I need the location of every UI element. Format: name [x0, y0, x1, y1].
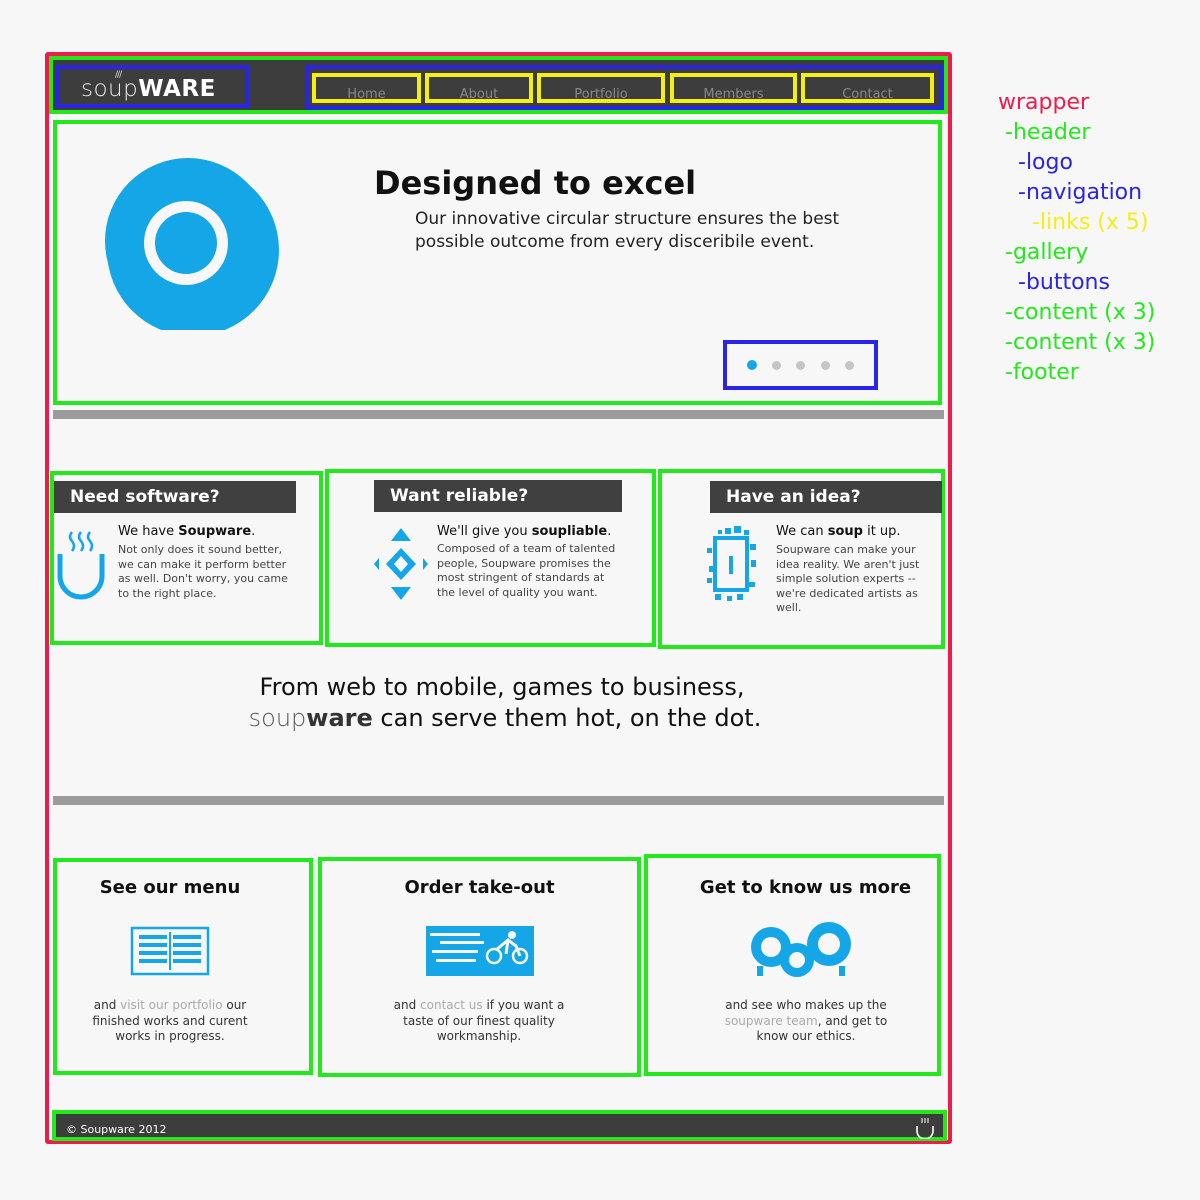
footer — [52, 1110, 947, 1141]
legend-content-1: -content (x 3) — [1005, 300, 1156, 325]
box-body-pre: and see who makes up the — [725, 998, 887, 1012]
feature-body: Not only does it sound better, we can ma… — [118, 543, 288, 600]
box-body: and visit our portfolio our finished wor… — [88, 998, 252, 1045]
tagline-line-2: soupware can serve them hot, on the dot. — [0, 704, 1010, 732]
tagline-rest: can serve them hot, on the dot. — [372, 704, 762, 732]
portfolio-link[interactable]: visit our portfolio — [120, 998, 222, 1012]
legend-header: -header — [1005, 120, 1091, 145]
gallery-text: Our innovative circular structure ensure… — [415, 209, 840, 252]
feature-tab: Want reliable? — [374, 480, 622, 512]
nav-link-portfolio[interactable]: Portfolio — [537, 73, 665, 103]
feature-lead-suffix: . — [607, 524, 612, 539]
slide-dot[interactable] — [747, 360, 757, 370]
box-title: See our menu — [99, 877, 241, 898]
copyright-text: © Soupware 2012 — [66, 1123, 167, 1136]
logo-part-ware: WARE — [138, 76, 216, 102]
box-title: Order take-out — [404, 877, 555, 898]
diamond-arrows-icon — [374, 528, 428, 600]
legend-gallery: -gallery — [1005, 240, 1089, 265]
feature-lead-prefix: We have — [118, 524, 179, 539]
menu-book-icon — [130, 926, 210, 976]
feature-lead-bold: soupliable — [531, 524, 608, 539]
soup-bowl-icon — [57, 531, 105, 600]
logo-part-soup: soup — [81, 76, 139, 102]
nav-link-contact[interactable]: Contact — [801, 73, 934, 103]
box-body: and see who makes up the soupware team, … — [722, 998, 890, 1045]
feature-lead-prefix: We can — [776, 524, 828, 539]
feature-lead-bold: Soupware — [178, 524, 252, 539]
legend-footer: -footer — [1005, 360, 1079, 385]
feature-lead-prefix: We'll give you — [437, 524, 532, 539]
legend-logo: -logo — [1018, 150, 1073, 175]
gallery-title: Designed to excel — [374, 164, 697, 202]
box-body-pre: and — [93, 998, 121, 1012]
tagline-line-1: From web to mobile, games to business, — [259, 673, 745, 701]
target-circle-icon — [105, 158, 279, 330]
tagline-ware: ware — [306, 704, 373, 732]
slide-dot[interactable] — [771, 361, 781, 370]
feature-lead-suffix: . — [251, 524, 256, 539]
legend-navigation: -navigation — [1018, 180, 1143, 205]
logo[interactable]: soupWARE — [81, 76, 216, 102]
delivery-bike-icon — [426, 926, 534, 976]
box-title: Get to know us more — [699, 877, 912, 898]
tagline-soup: soup — [248, 704, 307, 732]
feature-body: Composed of a team of talented people, S… — [437, 542, 616, 599]
legend-buttons: -buttons — [1018, 270, 1110, 295]
legend-content-2: -content (x 3) — [1005, 330, 1156, 355]
nav-link-members[interactable]: Members — [670, 73, 797, 103]
feature-lead-bold: soup — [827, 524, 863, 539]
box-body-pre: and — [393, 998, 421, 1012]
feature-lead: We have Soupware. — [118, 524, 255, 539]
divider-bar — [53, 796, 944, 805]
legend-wrapper: wrapper — [998, 90, 1090, 115]
team-circles-icon — [751, 922, 851, 977]
feature-tab: Have an idea? — [710, 481, 942, 513]
divider-bar — [53, 410, 944, 419]
feature-lead: We can soup it up. — [776, 524, 901, 539]
slide-dot[interactable] — [845, 361, 854, 370]
nav-link-about[interactable]: About — [425, 73, 533, 103]
slide-dot[interactable] — [796, 361, 805, 370]
contact-link[interactable]: contact us — [420, 998, 483, 1012]
soup-bowl-footer-icon — [916, 1118, 934, 1139]
feature-tab: Need software? — [54, 481, 296, 513]
feature-lead-suffix: it up. — [862, 524, 901, 539]
box-body: and contact us if you want a taste of ou… — [390, 998, 568, 1045]
feature-body: Soupware can make your idea reality. We … — [776, 543, 920, 614]
legend-links: -links (x 5) — [1032, 210, 1149, 235]
nav-link-home[interactable]: Home — [312, 73, 421, 103]
slide-dot[interactable] — [820, 361, 830, 370]
pixel-phone-icon — [707, 526, 756, 601]
team-link[interactable]: soupware team — [725, 1014, 818, 1028]
feature-lead: We'll give you soupliable. — [437, 524, 611, 539]
